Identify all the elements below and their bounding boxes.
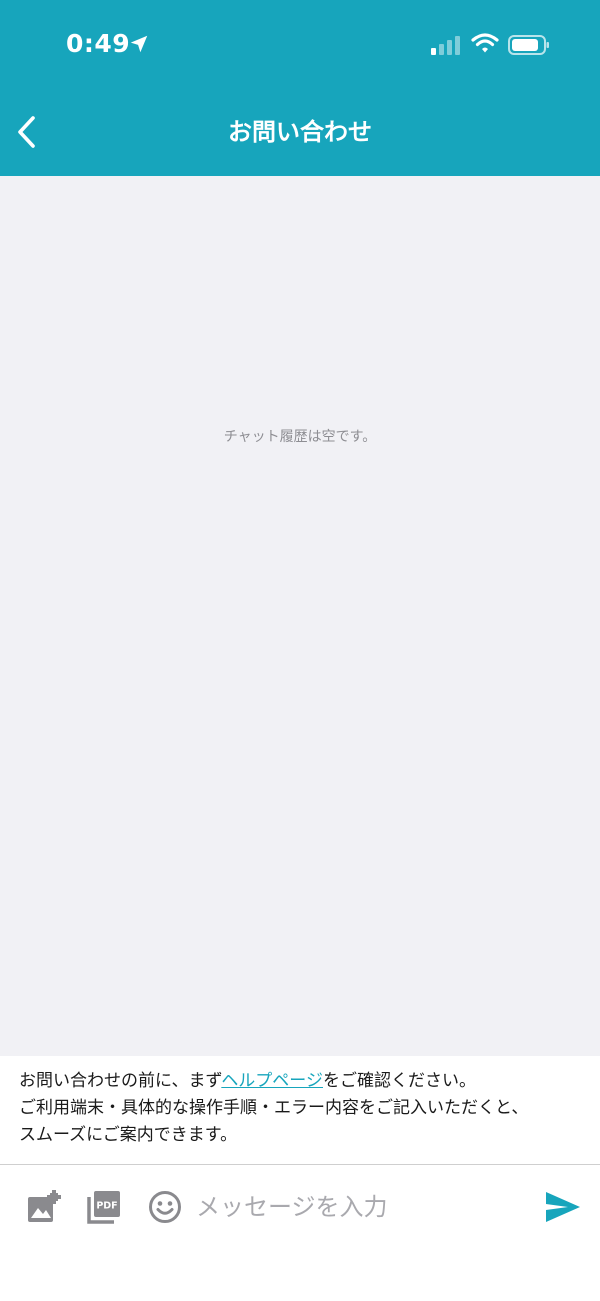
location-arrow-icon xyxy=(130,35,148,53)
chat-history-area[interactable]: チャット履歴は空です。 xyxy=(0,176,600,1056)
pdf-icon[interactable]: PDF xyxy=(86,1189,122,1225)
notice-line-3: スムーズにご案内できます。 xyxy=(19,1125,238,1145)
empty-chat-message: チャット履歴は空です。 xyxy=(223,429,377,445)
notice-prefix: お問い合わせの前に、まず xyxy=(19,1071,222,1091)
inquiry-notice: お問い合わせの前に、まずヘルプページをご確認ください。 ご利用端末・具体的な操作… xyxy=(0,1056,600,1165)
notice-suffix: をご確認ください。 xyxy=(322,1071,476,1091)
svg-text:PDF: PDF xyxy=(96,1201,117,1212)
battery-icon xyxy=(508,35,549,55)
signal-icon xyxy=(431,36,460,55)
app-header: 0:49 お問い合わせ xyxy=(0,0,600,176)
message-input-bar: PDF xyxy=(0,1165,600,1301)
notice-line-1: お問い合わせの前に、まずヘルプページをご確認ください。 xyxy=(19,1068,589,1095)
image-add-icon[interactable] xyxy=(25,1189,61,1225)
message-input[interactable] xyxy=(196,1185,516,1229)
notice-line-2: ご利用端末・具体的な操作手順・エラー内容をご記入いただくと、 xyxy=(19,1098,529,1118)
wifi-icon xyxy=(471,33,499,53)
page-title: お問い合わせ xyxy=(228,118,372,146)
send-icon[interactable] xyxy=(544,1189,582,1225)
help-page-link[interactable]: ヘルプページ xyxy=(221,1071,323,1091)
status-time: 0:49 xyxy=(66,29,131,58)
emoji-icon[interactable] xyxy=(147,1189,183,1225)
